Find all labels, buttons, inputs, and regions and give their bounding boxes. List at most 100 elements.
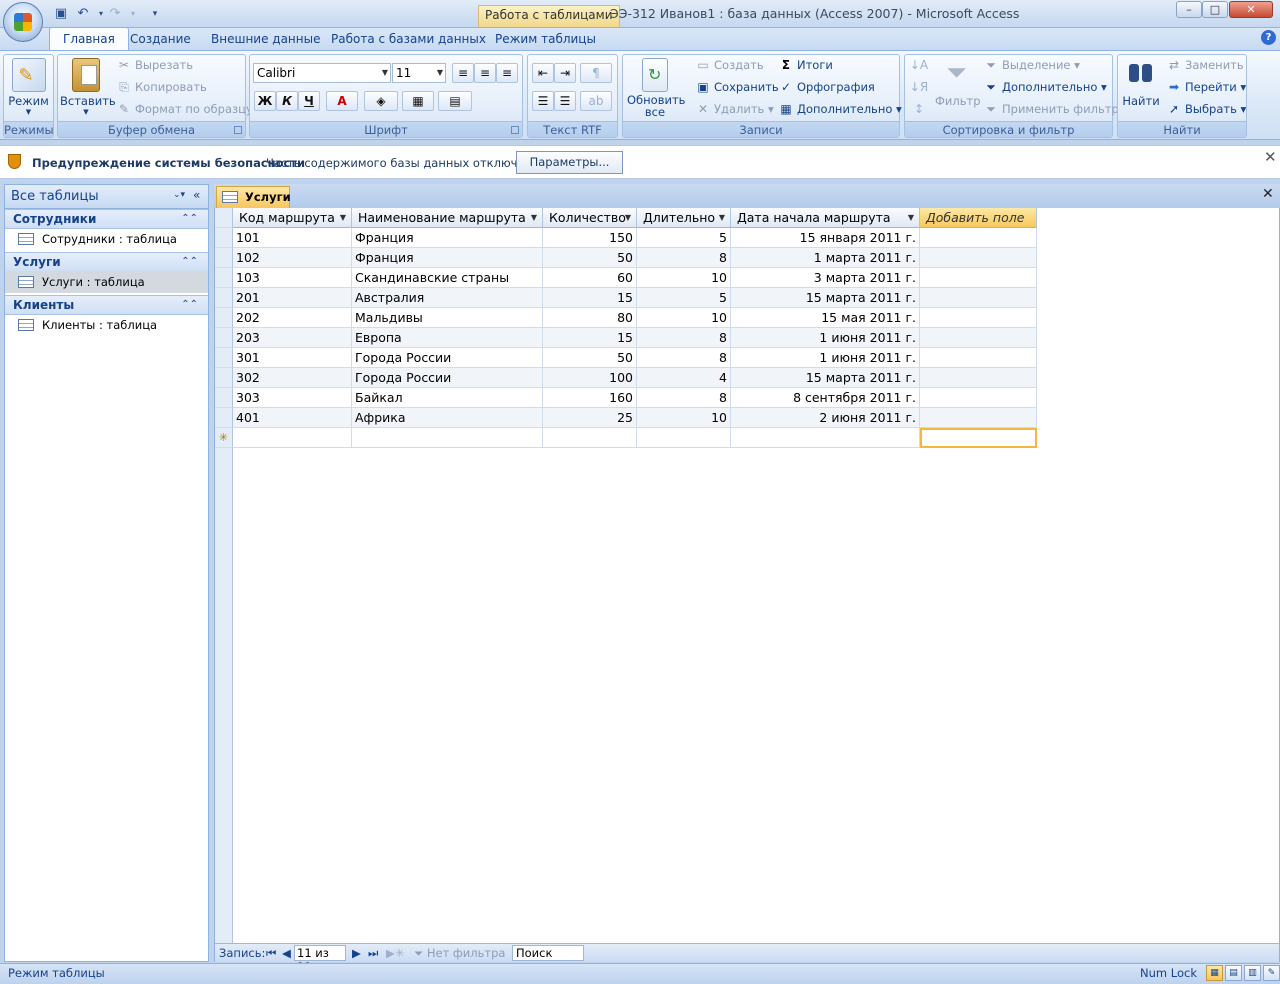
table-cell[interactable]: 25 <box>543 408 637 428</box>
table-cell[interactable]: 100 <box>543 368 637 388</box>
filter-button[interactable]: ⏷ Фильтр <box>935 58 981 108</box>
dialog-launcher-icon[interactable] <box>511 126 519 134</box>
table-cell[interactable] <box>920 388 1037 408</box>
column-header[interactable]: Количество ▼ <box>543 208 637 228</box>
nav-item-employees-table[interactable]: Сотрудники : таблица <box>5 228 208 250</box>
apply-filter-button[interactable]: ⏷ Применить фильтр <box>984 99 1119 119</box>
row-selector[interactable] <box>215 328 233 348</box>
new-record-marker-icon[interactable]: ✳ <box>215 428 233 448</box>
collapse-group-icon[interactable]: ⌃⌃ <box>181 296 198 314</box>
minimize-button[interactable]: – <box>1176 1 1202 18</box>
redo-dropdown-icon[interactable]: ▾ <box>124 5 142 23</box>
table-cell[interactable]: 201 <box>233 288 352 308</box>
increase-indent-button[interactable]: ⇥ <box>554 63 576 83</box>
collapse-group-icon[interactable]: ⌃⌃ <box>181 210 198 228</box>
alternate-fill-button[interactable]: ▤ <box>438 91 472 111</box>
redo-icon[interactable]: ↷ <box>106 5 124 23</box>
new-record-nav-button[interactable]: ▶✳ <box>386 946 404 960</box>
document-tab-services[interactable]: Услуги <box>216 186 291 208</box>
row-selector[interactable] <box>215 268 233 288</box>
table-cell[interactable] <box>920 228 1037 248</box>
table-cell[interactable]: 1 июня 2011 г. <box>731 348 920 368</box>
row-selector[interactable] <box>215 288 233 308</box>
table-cell[interactable]: 10 <box>637 308 731 328</box>
save-record-button[interactable]: ▣ Сохранить <box>696 77 778 97</box>
clear-sort-icon[interactable]: ↕ <box>908 100 930 120</box>
table-cell[interactable]: 5 <box>637 228 731 248</box>
sort-descending-icon[interactable]: ↓Я <box>908 78 930 98</box>
row-selector[interactable] <box>215 348 233 368</box>
customize-toolbar-icon[interactable]: ▾ <box>146 5 164 23</box>
refresh-all-button[interactable]: ↻ Обновить все <box>625 58 685 118</box>
collapse-group-icon[interactable]: ⌃⌃ <box>181 253 198 271</box>
table-cell[interactable]: 102 <box>233 248 352 268</box>
column-filter-dropdown-icon[interactable]: ▼ <box>340 208 346 227</box>
table-cell[interactable]: 4 <box>637 368 731 388</box>
align-center-button[interactable]: ≡ <box>474 63 496 83</box>
align-right-button[interactable]: ≡ <box>496 63 518 83</box>
save-icon[interactable]: ▣ <box>52 5 70 23</box>
collapse-pane-icon[interactable]: « <box>193 188 200 202</box>
table-cell[interactable]: 301 <box>233 348 352 368</box>
table-cell[interactable] <box>352 428 543 448</box>
active-new-cell[interactable] <box>920 428 1037 448</box>
table-cell[interactable] <box>920 288 1037 308</box>
goto-button[interactable]: ➡ Перейти ▾ <box>1167 77 1246 97</box>
column-header[interactable]: Код маршрута ▼ <box>233 208 352 228</box>
design-view-icon[interactable]: ✎ <box>1263 965 1280 981</box>
table-cell[interactable]: 103 <box>233 268 352 288</box>
table-cell[interactable] <box>920 328 1037 348</box>
italic-button[interactable]: К <box>276 91 298 111</box>
table-cell[interactable]: Байкал <box>352 388 543 408</box>
table-cell[interactable]: 10 <box>637 268 731 288</box>
row-selector[interactable] <box>215 248 233 268</box>
table-cell[interactable]: 50 <box>543 348 637 368</box>
column-filter-dropdown-icon[interactable]: ▼ <box>531 208 537 227</box>
table-cell[interactable]: 202 <box>233 308 352 328</box>
office-button[interactable] <box>3 2 43 42</box>
pivot-chart-view-icon[interactable]: ▥ <box>1244 965 1261 981</box>
maximize-button[interactable]: □ <box>1202 1 1228 18</box>
nav-item-services-table[interactable]: Услуги : таблица <box>5 271 208 293</box>
table-cell[interactable]: Города России <box>352 348 543 368</box>
column-filter-dropdown-icon[interactable]: ▼ <box>908 208 914 227</box>
tab-create[interactable]: Создание <box>117 28 204 50</box>
table-cell[interactable]: Города России <box>352 368 543 388</box>
datasheet-view-icon[interactable]: ▦ <box>1206 965 1223 981</box>
previous-record-button[interactable]: ◀ <box>282 946 291 960</box>
add-field-header[interactable]: Добавить поле <box>920 208 1037 228</box>
font-size-select[interactable]: 11 ▼ <box>392 63 446 83</box>
table-cell[interactable]: 60 <box>543 268 637 288</box>
table-cell[interactable] <box>731 428 920 448</box>
column-header[interactable]: Длительно ▼ <box>637 208 731 228</box>
column-filter-dropdown-icon[interactable]: ▼ <box>719 208 725 227</box>
format-painter-button[interactable]: ✎ Формат по образцу <box>117 99 253 119</box>
table-cell[interactable]: Европа <box>352 328 543 348</box>
table-cell[interactable]: Австралия <box>352 288 543 308</box>
table-cell[interactable]: 8 сентября 2011 г. <box>731 388 920 408</box>
table-cell[interactable]: 8 <box>637 248 731 268</box>
table-cell[interactable]: 15 мая 2011 г. <box>731 308 920 328</box>
close-window-button[interactable]: ✕ <box>1229 1 1273 18</box>
pivot-table-view-icon[interactable]: ▤ <box>1225 965 1242 981</box>
spelling-button[interactable]: ✓ Орфография <box>779 77 875 97</box>
bold-button[interactable]: Ж <box>254 91 276 111</box>
chevron-down-icon[interactable]: ⌄▾ <box>173 190 185 200</box>
table-cell[interactable]: 203 <box>233 328 352 348</box>
paste-button[interactable]: Вставить ▼ <box>60 58 116 116</box>
column-filter-dropdown-icon[interactable]: ▼ <box>625 208 631 227</box>
row-selector[interactable] <box>215 388 233 408</box>
table-cell[interactable]: Скандинавские страны <box>352 268 543 288</box>
table-cell[interactable]: 15 марта 2011 г. <box>731 288 920 308</box>
column-header[interactable]: Наименование маршрута ▼ <box>352 208 543 228</box>
row-selector[interactable] <box>215 368 233 388</box>
table-cell[interactable] <box>920 368 1037 388</box>
row-selector[interactable] <box>215 228 233 248</box>
table-cell[interactable]: 15 <box>543 288 637 308</box>
table-cell[interactable]: 401 <box>233 408 352 428</box>
delete-record-button[interactable]: ✕ Удалить ▾ <box>696 99 774 119</box>
current-record-input[interactable]: 11 из 11 <box>294 945 346 974</box>
table-cell[interactable]: 2 июня 2011 г. <box>731 408 920 428</box>
filter-status[interactable]: ⏷ Нет фильтра <box>414 946 505 960</box>
select-button[interactable]: ➚ Выбрать ▾ <box>1167 99 1246 119</box>
